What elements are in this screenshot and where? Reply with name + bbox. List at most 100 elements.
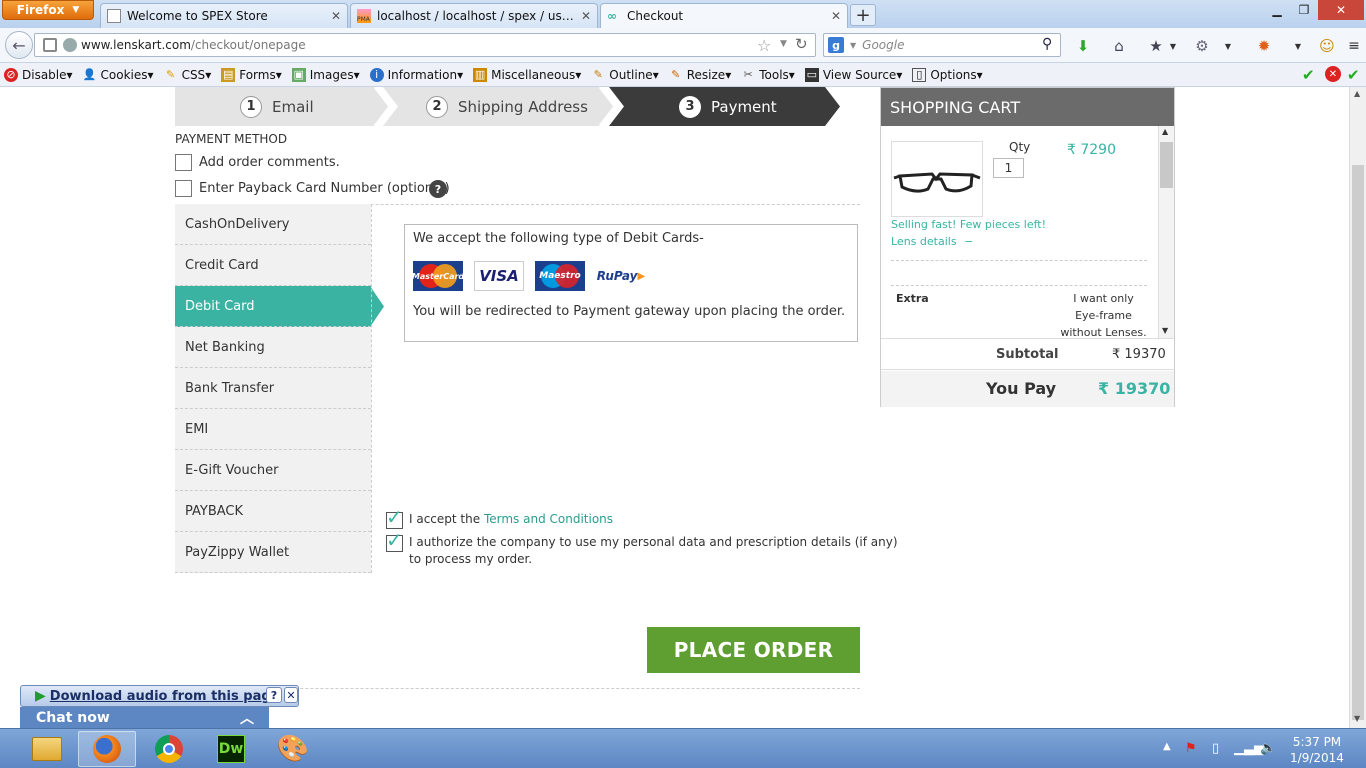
page-scrollbar[interactable]: ▲ ▼ [1349,87,1366,728]
scroll-up-icon[interactable]: ▲ [1162,127,1168,136]
bookmark-star-icon[interactable]: ☆ [757,36,771,55]
paint-taskbar-button[interactable]: 🎨 [264,731,322,767]
devbar-tools[interactable]: ✂ Tools ▾ [741,68,795,82]
payback-checkbox[interactable] [175,180,192,197]
error-icon[interactable]: ✕ [1325,66,1341,82]
url-bar[interactable]: www.lenskart.com/checkout/onepage ☆ ▼ ↻ [34,33,816,57]
close-tab-icon[interactable]: ✕ [831,9,841,23]
method-emi[interactable]: EMI [175,409,371,450]
cart-items-scroll[interactable]: Qty 1 ₹ 7290 Selling fast! Few pieces le… [881,126,1174,339]
order-comments-label[interactable]: Add order comments. [199,155,340,170]
chevron-down-icon[interactable]: ▼ [1288,36,1308,56]
close-window-button[interactable]: ✕ [1318,0,1364,20]
method-debit-card[interactable]: Debit Card [175,286,371,327]
method-bank-transfer[interactable]: Bank Transfer [175,368,371,409]
menu-icon[interactable]: ≡ [1344,36,1364,56]
addon-icon[interactable]: ⚙ [1192,36,1212,56]
google-icon[interactable]: g [828,37,844,53]
method-e-gift-voucher[interactable]: E-Gift Voucher [175,450,371,491]
devbar-cookies[interactable]: 👤 Cookies ▾ [83,68,154,82]
close-tab-icon[interactable]: ✕ [581,9,591,23]
chat-now-widget[interactable]: Chat now ︿ [20,707,269,728]
payback-label[interactable]: Enter Payback Card Number (optional) [199,181,450,196]
method-net-banking[interactable]: Net Banking [175,327,371,368]
search-bar[interactable]: g ▼ Google ⚲ [823,33,1061,57]
search-engine-dropdown-icon[interactable]: ▼ [850,41,856,50]
minimize-button[interactable]: ▁ [1264,0,1290,20]
scroll-down-icon[interactable]: ▼ [1162,326,1168,335]
firefox-icon [93,735,121,763]
download-icon[interactable]: ⬇ [1073,36,1093,56]
file-explorer-button[interactable] [18,731,76,767]
history-dropdown-icon[interactable]: ▼ [780,39,787,49]
dreamweaver-taskbar-button[interactable]: Dw [202,731,260,767]
shopping-cart: SHOPPING CART Qty 1 ₹ 7290 Selling fast!… [880,87,1175,407]
devbar-miscellaneous[interactable]: ▥ Miscellaneous ▾ [473,67,581,82]
tab-phpmyadmin[interactable]: PMA localhost / localhost / spex / user_… [350,3,598,28]
url-domain: www.lenskart.com [81,38,191,52]
volume-icon[interactable]: 🔈 [1260,741,1276,756]
devbar-view-source[interactable]: ▭ View Source ▾ [804,67,902,82]
chevron-up-icon[interactable]: ︿ [240,708,254,728]
tab-welcome[interactable]: Welcome to SPEX Store ✕ [100,3,348,28]
devbar-disable[interactable]: ⊘ Disable ▾ [4,67,73,82]
authorize-line-1: I authorize the company to use my person… [409,535,898,549]
step-number: 1 [240,95,262,118]
step-email[interactable]: 1 Email [240,87,314,126]
qty-input[interactable]: 1 [993,158,1024,178]
tab-checkout[interactable]: ∞ Checkout ✕ [600,3,848,28]
lens-details-toggle[interactable]: Lens details − [891,235,973,248]
scroll-down-icon[interactable]: ▼ [1354,714,1360,723]
page-scrollbar-thumb[interactable] [1352,165,1364,720]
devbar-forms[interactable]: ▤ Forms ▾ [221,67,282,82]
devbar-outline[interactable]: ✎ Outline ▾ [591,68,659,82]
help-icon[interactable]: ? [266,687,282,703]
collapse-icon: − [964,235,974,248]
clock[interactable]: 5:37 PM 1/9/2014 [1285,734,1349,766]
restore-button[interactable]: ❐ [1291,0,1317,20]
terms-link[interactable]: Terms and Conditions [484,512,613,526]
method-payback[interactable]: PAYBACK [175,491,371,532]
valid-check-icon[interactable]: ✔ [1347,66,1360,84]
home-icon[interactable]: ⌂ [1109,36,1129,56]
valid-check-icon[interactable]: ✔ [1302,66,1315,84]
back-button[interactable]: ← [5,31,33,59]
devbar-options[interactable]: ▯ Options ▾ [912,67,983,82]
play-icon[interactable]: ▶ [35,688,46,704]
devbar-information[interactable]: i Information ▾ [369,67,463,82]
place-order-button[interactable]: PLACE ORDER [647,627,860,673]
firebug-icon[interactable]: ✹ [1254,36,1274,56]
method-credit-card[interactable]: Credit Card [175,245,371,286]
extension-face-icon[interactable]: ☺ [1317,36,1337,56]
step-payment[interactable]: 3 Payment [679,87,777,126]
checkmark-icon: ✓ [386,505,403,529]
chevron-down-icon[interactable]: ▼ [1163,36,1183,56]
search-icon[interactable]: ⚲ [1042,36,1052,52]
order-comments-checkbox[interactable] [175,154,192,171]
action-center-icon[interactable]: ⚑ [1185,741,1197,756]
close-tab-icon[interactable]: ✕ [331,9,341,23]
show-hidden-icons[interactable]: ▲ [1163,741,1171,752]
reload-icon[interactable]: ↻ [795,35,808,53]
download-audio-label[interactable]: Download audio from this page [50,689,280,704]
firefox-menu-button[interactable]: Firefox ▼ [2,0,94,20]
step-shipping-address[interactable]: 2 Shipping Address [426,87,588,126]
method-cash-on-delivery[interactable]: CashOnDelivery [175,204,371,245]
devbar-css[interactable]: ✎ CSS ▾ [164,68,211,82]
scrollbar-thumb[interactable] [1160,142,1173,188]
devbar-resize[interactable]: ✎ Resize ▾ [669,68,731,82]
cart-scrollbar[interactable]: ▲ ▼ [1158,126,1174,338]
product-image[interactable] [891,141,983,217]
chevron-down-icon[interactable]: ▼ [1218,36,1238,56]
new-tab-button[interactable]: + [850,4,876,26]
method-payzippy-wallet[interactable]: PayZippy Wallet [175,532,371,573]
checkout-steps: 1 Email 2 Shipping Address 3 Payment [175,87,840,126]
scroll-up-icon[interactable]: ▲ [1354,89,1360,98]
download-audio-bar[interactable]: ▶ Download audio from this page ? ✕ [20,685,299,707]
help-icon[interactable]: ? [429,180,447,198]
devbar-images[interactable]: ▣ Images ▾ [291,67,360,82]
close-icon[interactable]: ✕ [284,687,298,703]
firefox-taskbar-button[interactable] [78,731,136,767]
chrome-taskbar-button[interactable] [140,731,198,767]
battery-icon[interactable]: ▯ [1212,741,1219,756]
